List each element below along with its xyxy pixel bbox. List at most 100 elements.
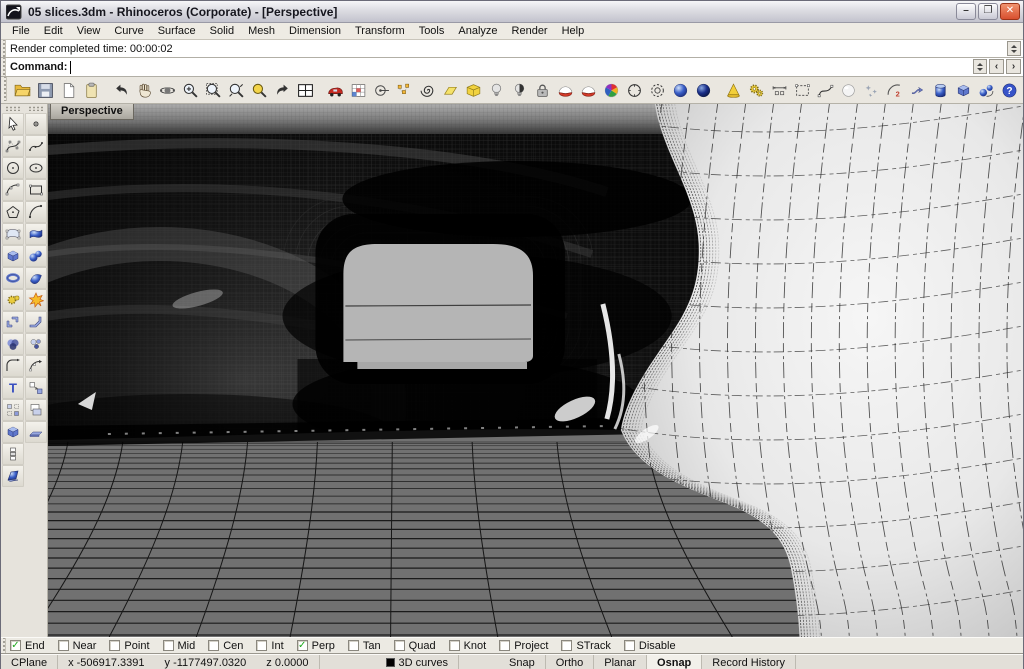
circle-dashed-button[interactable] [646,79,669,102]
history-spinner[interactable] [1007,41,1021,56]
history-grip[interactable] [1,40,6,57]
fillet-tool-button[interactable] [2,311,24,333]
selection-rect-button[interactable] [791,79,814,102]
arc-blend-tool-button[interactable] [2,179,24,201]
box-tool-button[interactable] [2,245,24,267]
cone-pointer-button[interactable] [722,79,745,102]
osnap-near-checkbox[interactable]: ✓ [58,640,69,651]
osnap-end[interactable]: ✓End [10,640,45,652]
command-next-button[interactable]: › [1006,59,1021,74]
text-tool-button[interactable] [2,377,24,399]
select-points-button[interactable] [393,79,416,102]
command-spinner[interactable] [973,59,987,74]
slab-tool-button[interactable] [25,421,47,443]
osnap-int-checkbox[interactable]: ✓ [256,640,267,651]
osnap-point-checkbox[interactable]: ✓ [109,640,120,651]
circle-quadrant-button[interactable] [623,79,646,102]
osnap-cen[interactable]: ✓Cen [208,640,243,652]
menu-item-mesh[interactable]: Mesh [241,24,282,38]
surface-from-points-tool-button[interactable] [2,223,24,245]
move-tool-button[interactable] [25,377,47,399]
command-prev-button[interactable]: ‹ [989,59,1004,74]
restore-button[interactable]: ❐ [978,3,998,20]
osnap-knot-checkbox[interactable]: ✓ [449,640,460,651]
toolbar-grip[interactable] [2,77,7,101]
osnap-point[interactable]: ✓Point [109,640,149,652]
open-button[interactable] [11,79,34,102]
viewport-tab-perspective[interactable]: Perspective [50,104,134,120]
menu-item-view[interactable]: View [70,24,108,38]
zoom-extents-button[interactable] [225,79,248,102]
spiral-button[interactable] [416,79,439,102]
osnap-mid-checkbox[interactable]: ✓ [163,640,174,651]
menu-item-analyze[interactable]: Analyze [451,24,504,38]
osnap-cen-checkbox[interactable]: ✓ [208,640,219,651]
menu-item-help[interactable]: Help [555,24,592,38]
perspective-viewport[interactable]: Perspective [48,104,1023,637]
boolean-tool-button[interactable] [2,333,24,355]
render-car-button[interactable] [324,79,347,102]
undo-button[interactable] [110,79,133,102]
dimension-button[interactable] [768,79,791,102]
torus-tool-button[interactable] [2,267,24,289]
osnap-disable[interactable]: ✓Disable [624,640,676,652]
circle-center-tool-button[interactable] [2,157,24,179]
osnap-quad[interactable]: ✓Quad [394,640,436,652]
surface-box-button[interactable] [462,79,485,102]
polygon-tool-button[interactable] [2,201,24,223]
close-button[interactable]: ✕ [1000,3,1020,20]
color-wheel-button[interactable] [600,79,623,102]
fillet-curve-tool-button[interactable] [2,355,24,377]
statusbar-pane-snap[interactable]: Snap [499,655,546,669]
osnap-tan[interactable]: ✓Tan [348,640,381,652]
menu-item-dimension[interactable]: Dimension [282,24,348,38]
linked-spheres-button[interactable] [975,79,998,102]
menu-item-render[interactable]: Render [505,24,555,38]
palette-grip[interactable] [28,106,43,111]
point-tool-button[interactable] [25,113,47,135]
layer-pane[interactable]: 3D curves [376,655,460,669]
osnap-int[interactable]: ✓Int [256,640,283,652]
statusbar-pane-planar[interactable]: Planar [594,655,647,669]
options-button[interactable] [745,79,768,102]
osnap-tan-checkbox[interactable]: ✓ [348,640,359,651]
circles-tool-button[interactable] [25,333,47,355]
menu-item-surface[interactable]: Surface [151,24,203,38]
chamfer-tool-button[interactable] [25,311,47,333]
statusbar-pane-record-history[interactable]: Record History [702,655,796,669]
osnap-perp-checkbox[interactable]: ✓ [297,640,308,651]
solid-box-tool-button[interactable] [2,421,24,443]
menu-item-file[interactable]: File [5,24,37,38]
surface-sheet-tool-button[interactable] [2,465,24,487]
palette-grip[interactable] [5,106,20,111]
explode-tool-button[interactable] [25,289,47,311]
arc-tool-button[interactable] [25,201,47,223]
flow-button[interactable] [906,79,929,102]
command-line[interactable]: Command: ‹ › [1,58,1023,77]
cplane-button[interactable] [439,79,462,102]
menu-item-curve[interactable]: Curve [107,24,150,38]
select-tool-button[interactable] [2,113,24,135]
osnap-knot[interactable]: ✓Knot [449,640,487,652]
undo-view-button[interactable] [271,79,294,102]
osnap-end-checkbox[interactable]: ✓ [10,640,21,651]
zoom-in-button[interactable] [179,79,202,102]
zoom-window-button[interactable] [202,79,225,102]
layer-wedge-alt-button[interactable] [577,79,600,102]
pan-button[interactable] [133,79,156,102]
sphere-button[interactable] [669,79,692,102]
curve-tool-button[interactable] [814,79,837,102]
control-point-curve-tool-button[interactable] [2,135,24,157]
stack-tool-button[interactable] [2,443,24,465]
cylinder-button[interactable] [929,79,952,102]
osnap-strack[interactable]: ✓STrack [561,640,610,652]
interpolate-curve-tool-button[interactable] [25,135,47,157]
osnap-project[interactable]: ✓Project [499,640,548,652]
statusbar-cplane[interactable]: CPlane [1,655,58,669]
minimize-button[interactable]: – [956,3,976,20]
save-button[interactable] [34,79,57,102]
zoom-selected-button[interactable] [248,79,271,102]
osnap-grip[interactable] [1,638,6,653]
arc-degree-button[interactable] [883,79,906,102]
viewport-layout-button[interactable] [294,79,317,102]
